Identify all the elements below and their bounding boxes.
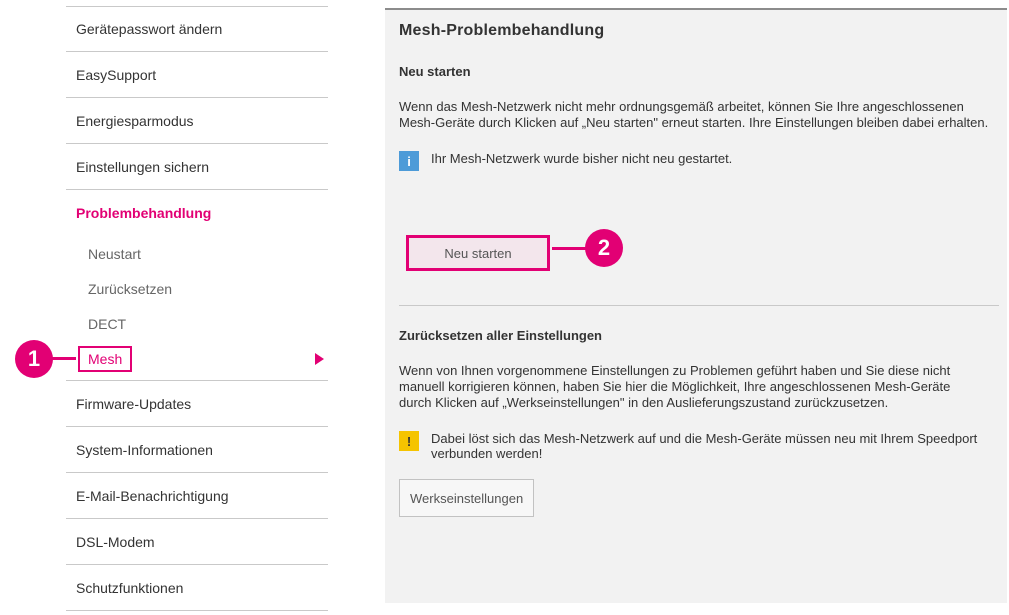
callout-marker-1: 1 — [15, 340, 53, 378]
sidebar-item-label: EasySupport — [76, 66, 157, 83]
restart-description: Wenn das Mesh-Netzwerk nicht mehr ordnun… — [399, 99, 989, 130]
main-panel: Mesh-Problembehandlung Neu starten Wenn … — [385, 8, 1007, 603]
sidebar-item-label: Schutzfunktionen — [76, 579, 184, 596]
sidebar-item-label: Einstellungen sichern — [76, 158, 210, 175]
subnav-item-mesh[interactable]: Mesh — [66, 341, 328, 376]
warning-icon: ! — [399, 431, 419, 451]
subnav-item-zuruecksetzen[interactable]: Zurücksetzen — [66, 271, 328, 306]
reset-warning-note: ! Dabei löst sich das Mesh-Netzwerk auf … — [399, 431, 983, 461]
sidebar-item-einstellungen-sichern[interactable]: Einstellungen sichern — [66, 144, 328, 190]
sidebar-item-dsl-modem[interactable]: DSL-Modem — [66, 519, 328, 565]
callout-line-1 — [52, 357, 76, 360]
subnav-item-dect[interactable]: DECT — [66, 306, 328, 341]
sidebar-item-schutzfunktionen[interactable]: Schutzfunktionen — [66, 565, 328, 611]
sidebar-item-label: Gerätepasswort ändern — [76, 21, 223, 37]
sidebar-item-email-benachrichtigung[interactable]: E-Mail-Benachrichtigung — [66, 473, 328, 519]
subnav-item-label: Zurücksetzen — [88, 280, 173, 297]
restart-info-note: i Ihr Mesh-Netzwerk wurde bisher nicht n… — [399, 151, 993, 171]
page-title: Mesh-Problembehandlung — [399, 22, 605, 39]
section-divider — [399, 305, 999, 306]
sidebar-item-easysupport[interactable]: EasySupport — [66, 52, 328, 98]
reset-section: Zurücksetzen aller Einstellungen Wenn vo… — [399, 328, 983, 517]
subnav-item-neustart[interactable]: Neustart — [66, 236, 328, 271]
sidebar-item-problembehandlung[interactable]: Problembehandlung — [66, 190, 328, 236]
sidebar-item-label: Firmware-Updates — [76, 395, 192, 412]
sidebar-subnav: Neustart Zurücksetzen DECT Mesh — [66, 236, 328, 381]
sidebar-item-firmware-updates[interactable]: Firmware-Updates — [66, 381, 328, 427]
subnav-item-label: Mesh — [78, 345, 133, 372]
subnav-item-label: Neustart — [88, 245, 141, 262]
sidebar-item-label: Energiesparmodus — [76, 112, 194, 129]
reset-warning-text: Dabei löst sich das Mesh-Netzwerk auf un… — [431, 431, 978, 461]
restart-heading: Neu starten — [399, 64, 471, 79]
sidebar-item-label: E-Mail-Benachrichtigung — [76, 487, 229, 504]
factory-reset-button[interactable]: Werkseinstellungen — [399, 479, 535, 517]
callout-marker-2: 2 — [585, 229, 623, 267]
sidebar-item-label: System-Informationen — [76, 441, 213, 458]
reset-heading: Zurücksetzen aller Einstellungen — [399, 328, 602, 343]
sidebar-item-label: Problembehandlung — [76, 205, 212, 221]
info-icon: i — [399, 151, 419, 171]
reset-description: Wenn von Ihnen vorgenommene Einstellunge… — [399, 363, 951, 410]
restart-info-text: Ihr Mesh-Netzwerk wurde bisher nicht neu… — [431, 151, 733, 166]
subnav-item-label: DECT — [88, 315, 127, 332]
sidebar-item-system-informationen[interactable]: System-Informationen — [66, 427, 328, 473]
sidebar-nav: Gerätepasswort ändern EasySupport Energi… — [66, 6, 328, 611]
sidebar-item-label: DSL-Modem — [76, 533, 155, 550]
sidebar-item-energiesparmodus[interactable]: Energiesparmodus — [66, 98, 328, 144]
sidebar-item-geraetepasswort[interactable]: Gerätepasswort ändern — [66, 6, 328, 52]
arrow-right-icon — [315, 352, 324, 365]
restart-button[interactable]: Neu starten — [406, 235, 550, 271]
